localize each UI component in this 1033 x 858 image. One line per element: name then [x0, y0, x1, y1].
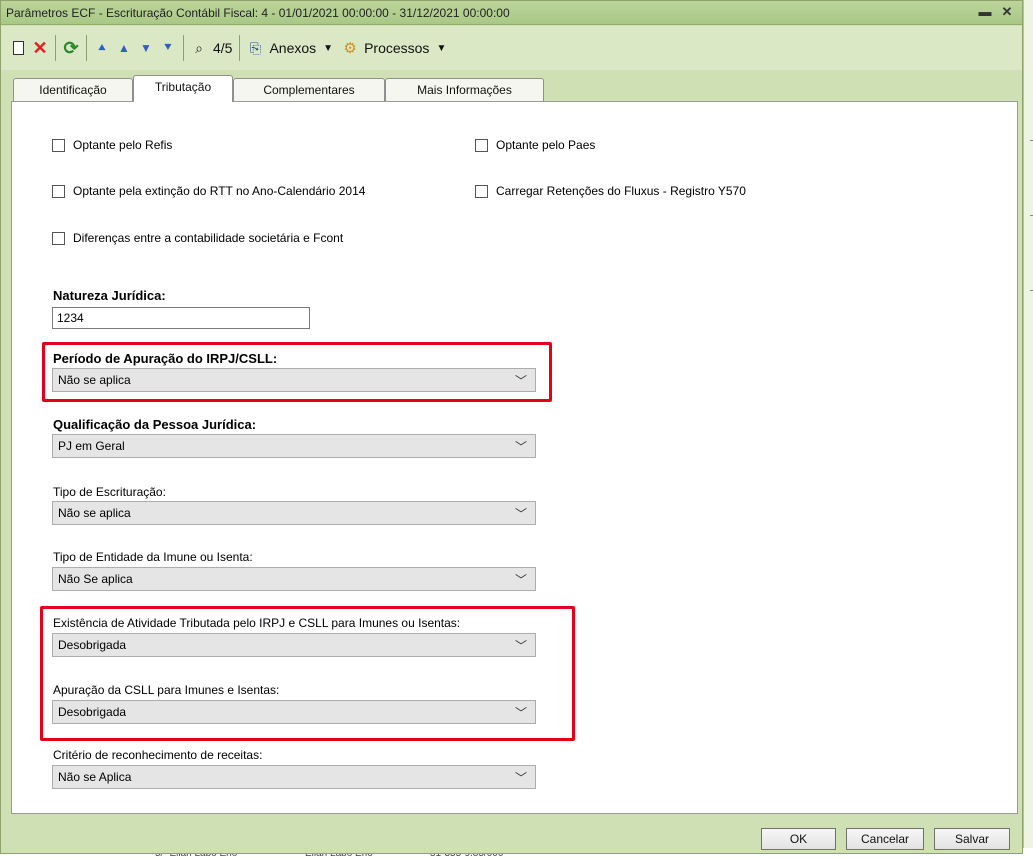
fluxus-checkbox-row[interactable]: Carregar Retenções do Fluxus - Registro … [475, 184, 746, 198]
tipo-entidade-select[interactable]: Não Se aplica ﹀ [52, 567, 536, 591]
next-record-icon[interactable]: ▼ [135, 36, 157, 60]
chevron-down-icon: ﹀ [514, 507, 527, 521]
criterio-value: Não se Aplica [58, 770, 132, 784]
refresh-icon[interactable]: ⟳ [60, 36, 82, 60]
new-document-icon[interactable] [7, 36, 29, 60]
first-record-icon[interactable]: ⯅ [91, 36, 113, 60]
toolbar: ✕ ⟳ ⯅ ▲ ▼ ⯆ ⌕ 4/5 ⎘ Anexos ▼ ⚙ Processos… [1, 26, 1022, 70]
chevron-down-icon: ﹀ [514, 573, 527, 587]
close-icon[interactable]: ✕ [1000, 5, 1014, 19]
tipo-entidade-value: Não Se aplica [58, 572, 133, 586]
toolbar-separator [86, 35, 87, 61]
tipo-escrituracao-value: Não se aplica [58, 506, 131, 520]
paes-checkbox-row[interactable]: Optante pelo Paes [475, 138, 595, 152]
fcont-checkbox-row[interactable]: Diferenças entre a contabilidade societá… [52, 231, 343, 245]
record-counter: 4/5 [213, 40, 233, 56]
fluxus-checkbox[interactable] [475, 184, 488, 198]
rtt-label: Optante pela extinção do RTT no Ano-Cale… [73, 184, 366, 198]
tributacao-panel: Optante pelo Refis Optante pelo Paes Opt… [11, 101, 1018, 814]
toolbar-separator [239, 35, 241, 61]
highlight-box-imunes [40, 606, 575, 741]
qualificacao-select[interactable]: PJ em Geral ﹀ [52, 434, 536, 458]
paperclip-icon[interactable]: ⎘ [244, 36, 266, 60]
paes-checkbox[interactable] [475, 138, 488, 152]
tipo-escrituracao-label: Tipo de Escrituração: [53, 485, 166, 499]
qualificacao-value: PJ em Geral [58, 439, 125, 453]
toolbar-separator [183, 35, 184, 61]
natureza-label: Natureza Jurídica: [53, 288, 166, 303]
tipo-escrituracao-select[interactable]: Não se aplica ﹀ [52, 501, 536, 525]
tab-mais-informacoes[interactable]: Mais Informações [385, 78, 544, 101]
toolbar-separator [55, 35, 56, 61]
criterio-label: Critério de reconhecimento de receitas: [53, 748, 263, 762]
fcont-label: Diferenças entre a contabilidade societá… [73, 231, 344, 245]
window-title: Parâmetros ECF - Escrituração Contábil F… [6, 6, 510, 20]
tab-tributacao[interactable]: Tributação [133, 75, 233, 102]
paes-label: Optante pelo Paes [496, 138, 596, 152]
ecf-parameters-window: Parâmetros ECF - Escrituração Contábil F… [0, 0, 1023, 854]
refis-label: Optante pelo Refis [73, 138, 173, 152]
anexos-button[interactable]: Anexos [266, 40, 319, 56]
criterio-select[interactable]: Não se Aplica ﹀ [52, 765, 536, 789]
refis-checkbox-row[interactable]: Optante pelo Refis [52, 138, 172, 152]
background-app-strip [1023, 0, 1033, 858]
minimize-icon[interactable]: ▬ [978, 5, 992, 19]
refis-checkbox[interactable] [52, 138, 65, 152]
tipo-entidade-label: Tipo de Entidade da Imune ou Isenta: [53, 550, 253, 564]
previous-record-icon[interactable]: ▲ [113, 36, 135, 60]
natureza-input[interactable]: 1234 [52, 307, 310, 329]
rtt-checkbox-row[interactable]: Optante pela extinção do RTT no Ano-Cale… [52, 184, 365, 198]
qualificacao-label: Qualificação da Pessoa Jurídica: [53, 417, 257, 432]
anexos-dropdown-icon[interactable]: ▼ [319, 43, 339, 54]
tab-complementares[interactable]: Complementares [233, 78, 385, 101]
gears-icon[interactable]: ⚙ [339, 36, 361, 60]
last-record-icon[interactable]: ⯆ [157, 36, 179, 60]
fluxus-label: Carregar Retenções do Fluxus - Registro … [496, 184, 746, 198]
chevron-down-icon: ﹀ [514, 771, 527, 785]
tab-bar: Identificação Tributação Complementares … [13, 75, 1013, 102]
rtt-checkbox[interactable] [52, 184, 65, 198]
cancel-button[interactable]: Cancelar [846, 828, 924, 850]
highlight-box-periodo [42, 342, 552, 402]
processos-button[interactable]: Processos [361, 40, 432, 56]
ok-button[interactable]: OK [761, 828, 836, 850]
delete-icon[interactable]: ✕ [29, 36, 51, 60]
processos-dropdown-icon[interactable]: ▼ [432, 43, 452, 54]
chevron-down-icon: ﹀ [514, 440, 527, 454]
binoculars-icon[interactable]: ⌕ [188, 36, 210, 60]
window-titlebar[interactable]: Parâmetros ECF - Escrituração Contábil F… [1, 1, 1022, 25]
tab-identificacao[interactable]: Identificação [13, 78, 133, 101]
save-button[interactable]: Salvar [934, 828, 1010, 850]
fcont-checkbox[interactable] [52, 231, 65, 245]
